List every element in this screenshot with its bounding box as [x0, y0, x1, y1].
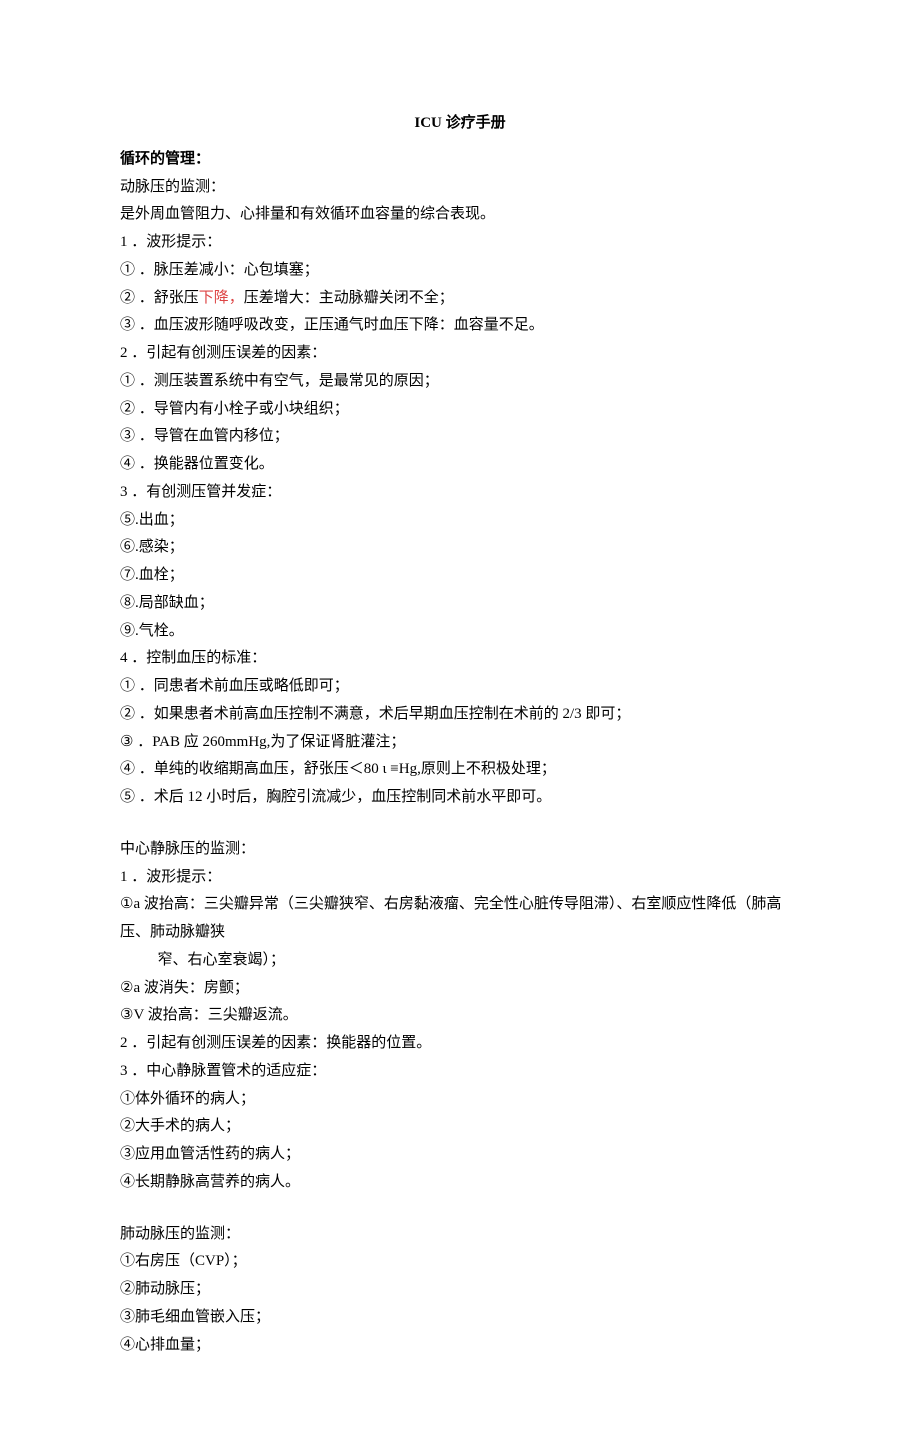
subheading-pap: 肺动脉压的监测： — [120, 1221, 800, 1249]
list-item: 2 ．引起有创测压误差的因素： — [120, 340, 800, 368]
list-item: 3 ．中心静脉置管术的适应症： — [120, 1058, 800, 1086]
list-item: ④心排血量； — [120, 1332, 800, 1360]
list-item: ② ．导管内有小栓子或小块组织； — [120, 396, 800, 424]
text-highlight-red: 下降， — [199, 290, 244, 306]
list-item: 2 ．引起有创测压误差的因素：换能器的位置。 — [120, 1030, 800, 1058]
list-item: ①右房压（CVP）； — [120, 1248, 800, 1276]
list-item: ③ ．血压波形随呼吸改变，正压通气时血压下降：血容量不足。 — [120, 312, 800, 340]
text-suffix: 压差增大：主动脉瓣关闭不全； — [244, 290, 454, 306]
list-item: ② ．如果患者术前高血压控制不满意，术后早期血压控制在术前的 2/3 即可； — [120, 701, 800, 729]
list-item-continued: 窄、右心室衰竭）； — [120, 947, 800, 975]
list-item: ② ．舒张压下降，压差增大：主动脉瓣关闭不全； — [120, 285, 800, 313]
list-item: ⑥.感染； — [120, 534, 800, 562]
list-item: ⑤ ．术后 12 小时后，胸腔引流减少，血压控制同术前水平即可。 — [120, 784, 800, 812]
list-item: ①a 波抬高：三尖瓣异常（三尖瓣狭窄、右房黏液瘤、完全性心脏传导阻滞）、右室顺应… — [120, 891, 800, 947]
list-item: ⑨.气栓。 — [120, 618, 800, 646]
blank-line — [120, 812, 800, 836]
section-heading-circulation: 循环的管理： — [120, 146, 800, 174]
list-item: ②a 波消失：房颤； — [120, 975, 800, 1003]
list-item: ②大手术的病人； — [120, 1113, 800, 1141]
list-item: 1 ．波形提示： — [120, 864, 800, 892]
list-item: ④ ．换能器位置变化。 — [120, 451, 800, 479]
list-item: ②肺动脉压； — [120, 1276, 800, 1304]
list-item: ⑤.出血； — [120, 507, 800, 535]
body-text: 是外周血管阻力、心排量和有效循环血容量的综合表现。 — [120, 201, 800, 229]
list-item: ①体外循环的病人； — [120, 1086, 800, 1114]
text-prefix: ② ．舒张压 — [120, 290, 199, 306]
list-item: ③V 波抬高：三尖瓣返流。 — [120, 1002, 800, 1030]
list-item: ③肺毛细血管嵌入压； — [120, 1304, 800, 1332]
subheading-arterial: 动脉压的监测： — [120, 174, 800, 202]
list-item: ④ ．单纯的收缩期高血压，舒张压＜80 ι ≡Hg,原则上不积极处理； — [120, 756, 800, 784]
list-item: ① ．同患者术前血压或略低即可； — [120, 673, 800, 701]
document-title: ICU 诊疗手册 — [120, 110, 800, 138]
list-item: ③应用血管活性药的病人； — [120, 1141, 800, 1169]
list-item: 3 ．有创测压管并发症： — [120, 479, 800, 507]
subheading-cvp: 中心静脉压的监测： — [120, 836, 800, 864]
list-item: ④长期静脉高营养的病人。 — [120, 1169, 800, 1197]
list-item: ③ ．PAB 应 260mmHg,为了保证肾脏灌注； — [120, 729, 800, 757]
list-item: 4 ．控制血压的标准： — [120, 645, 800, 673]
list-item: ① ．测压装置系统中有空气，是最常见的原因； — [120, 368, 800, 396]
list-item: ① ．脉压差减小：心包填塞； — [120, 257, 800, 285]
list-item: 1 ．波形提示： — [120, 229, 800, 257]
list-item: ⑦.血栓； — [120, 562, 800, 590]
blank-line — [120, 1197, 800, 1221]
list-item: ⑧.局部缺血； — [120, 590, 800, 618]
list-item: ③ ．导管在血管内移位； — [120, 423, 800, 451]
